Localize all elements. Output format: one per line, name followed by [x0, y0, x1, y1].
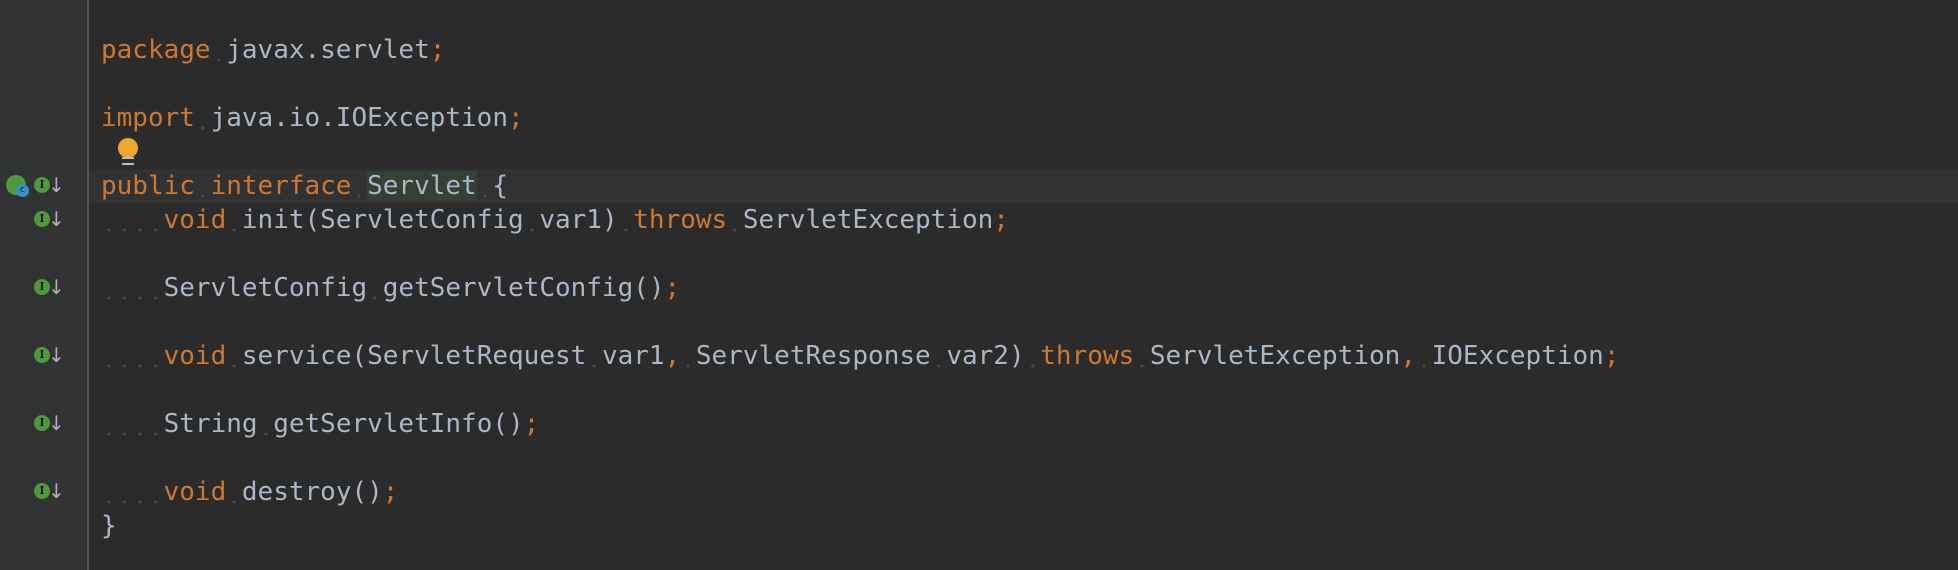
code-token: destroy()	[241, 477, 383, 507]
code-line[interactable]: package javax.servlet;	[89, 33, 1958, 67]
whitespace	[523, 205, 540, 235]
code-token: var2)	[946, 341, 1025, 371]
code-token: }	[101, 511, 117, 541]
code-token: String	[163, 409, 258, 439]
whitespace	[1024, 341, 1041, 371]
code-line[interactable]	[89, 441, 1958, 475]
code-token: ;	[993, 205, 1009, 235]
whitespace	[101, 205, 164, 235]
whitespace	[1134, 341, 1150, 371]
code-line[interactable]: void service(ServletRequest var1, Servle…	[89, 339, 1958, 373]
whitespace	[101, 341, 164, 371]
whitespace	[101, 409, 164, 439]
arrow-down-icon[interactable]: ↓	[48, 342, 65, 368]
whitespace	[727, 205, 743, 235]
code-editor[interactable]: package javax.servlet; import java.io.IO…	[89, 0, 1958, 570]
whitespace	[210, 35, 227, 65]
code-line[interactable]: public interface Servlet {	[89, 169, 1958, 203]
code-line[interactable]	[89, 373, 1958, 407]
code-token: init(ServletConfig	[241, 205, 524, 235]
code-token: ,	[664, 341, 681, 371]
code-token: {	[492, 171, 509, 201]
keyword-token: void	[163, 477, 227, 507]
whitespace	[351, 171, 368, 201]
code-line[interactable]: String getServletInfo();	[89, 407, 1958, 441]
arrow-down-icon[interactable]: ↓	[48, 410, 65, 436]
whitespace	[101, 273, 164, 303]
code-token: ,	[1400, 341, 1416, 371]
code-line[interactable]	[89, 135, 1958, 169]
editor-gutter: c I ↓ I ↓ I ↓ I ↓ I ↓ I ↓	[0, 0, 89, 570]
code-line[interactable]: void destroy();	[89, 475, 1958, 509]
whitespace	[194, 171, 211, 201]
keyword-token: void	[163, 341, 227, 371]
code-line[interactable]: }	[89, 509, 1958, 543]
code-line[interactable]	[89, 237, 1958, 271]
whitespace	[226, 477, 242, 507]
whitespace	[1415, 341, 1432, 371]
code-token: var1	[601, 341, 665, 371]
class-badge: c	[16, 184, 29, 197]
code-token: ServletException	[742, 205, 994, 235]
code-token: ;	[429, 35, 446, 65]
arrow-down-icon[interactable]: ↓	[48, 274, 65, 300]
keyword-token: void	[163, 205, 227, 235]
arrow-down-icon[interactable]: ↓	[48, 478, 65, 504]
whitespace	[367, 273, 383, 303]
code-token: ;	[523, 409, 540, 439]
code-token: ;	[508, 103, 524, 133]
code-token: Servlet	[367, 171, 477, 201]
code-token: ServletConfig	[163, 273, 368, 303]
code-token: IOException	[1431, 341, 1604, 371]
code-line[interactable]: void init(ServletConfig var1) throws Ser…	[89, 203, 1958, 237]
whitespace	[226, 205, 242, 235]
code-line[interactable]	[89, 67, 1958, 101]
code-token: ServletResponse	[695, 341, 931, 371]
whitespace	[680, 341, 696, 371]
code-line[interactable]: ServletConfig getServletConfig();	[89, 271, 1958, 305]
lightbulb-base	[122, 157, 134, 165]
whitespace	[586, 341, 602, 371]
whitespace	[930, 341, 947, 371]
code-token: ServletException	[1149, 341, 1401, 371]
code-token: ;	[1603, 341, 1620, 371]
code-token: ;	[664, 273, 681, 303]
keyword-token: public	[101, 171, 195, 201]
code-token: java.io.IOException	[210, 103, 508, 133]
lightbulb-icon[interactable]	[118, 138, 138, 158]
keyword-token: interface	[210, 171, 352, 201]
whitespace	[101, 477, 164, 507]
arrow-down-icon[interactable]: ↓	[48, 172, 65, 198]
keyword-token: package	[101, 35, 211, 65]
code-token: getServletInfo()	[273, 409, 524, 439]
code-line[interactable]: import java.io.IOException;	[89, 101, 1958, 135]
arrow-down-icon[interactable]: ↓	[48, 206, 65, 232]
code-token: ;	[382, 477, 399, 507]
code-token: javax.servlet	[226, 35, 430, 65]
whitespace	[226, 341, 242, 371]
keyword-token: import	[101, 103, 195, 133]
keyword-token: throws	[633, 205, 728, 235]
keyword-token: throws	[1040, 341, 1135, 371]
whitespace	[476, 171, 493, 201]
code-line[interactable]	[89, 305, 1958, 339]
code-token: getServletConfig()	[382, 273, 665, 303]
code-token: service(ServletRequest	[241, 341, 587, 371]
whitespace	[257, 409, 274, 439]
whitespace	[617, 205, 634, 235]
whitespace	[194, 103, 211, 133]
code-token: var1)	[539, 205, 618, 235]
